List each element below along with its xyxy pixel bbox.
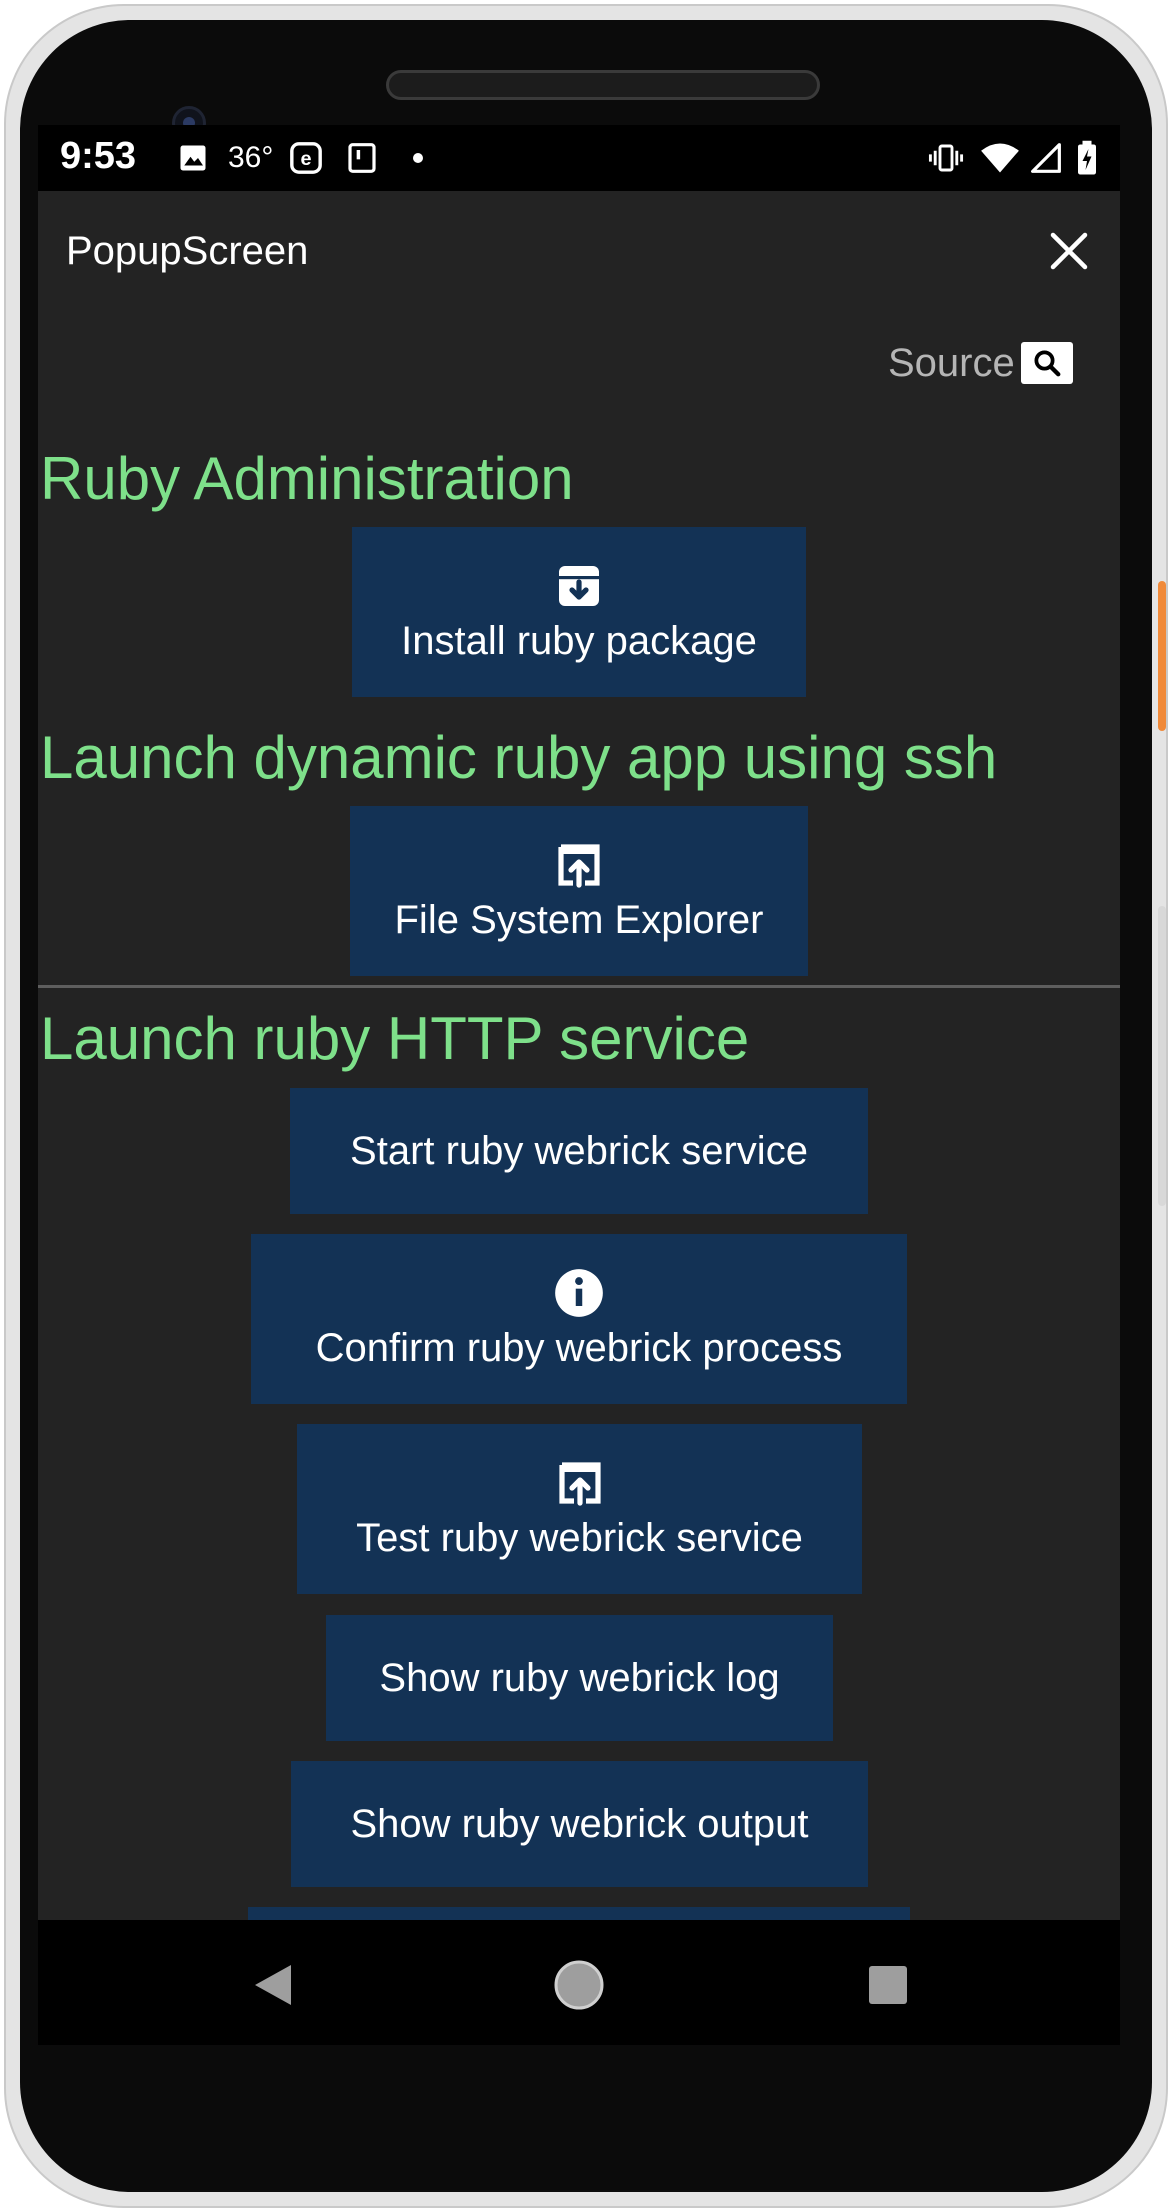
power-button [1158,581,1166,731]
recents-button[interactable] [853,1950,923,2020]
battery-charging-icon [1072,139,1102,177]
button-label: Show ruby webrick output [350,1801,809,1846]
open-in-new-icon [555,840,603,890]
home-button[interactable] [544,1950,614,2020]
vibrate-icon [926,139,966,177]
show-webrick-log-button[interactable]: Show ruby webrick log [326,1615,833,1741]
dot-icon [408,139,428,177]
install-ruby-package-button[interactable]: Install ruby package [352,527,806,697]
show-webrick-output-button[interactable]: Show ruby webrick output [291,1761,868,1887]
source-link[interactable]: Source [888,335,1073,391]
test-webrick-service-button[interactable]: Test ruby webrick service [297,1424,862,1594]
source-label: Source [888,340,1015,385]
page-title: PopupScreen [66,229,309,273]
section-heading-launch-ruby-http-service: Launch ruby HTTP service [40,1005,750,1072]
sim-card-icon [342,139,382,177]
button-label: Install ruby package [401,618,757,663]
button-label: Start ruby webrick service [350,1128,808,1173]
button-label: Confirm ruby webrick process [315,1325,843,1370]
file-system-explorer-button[interactable]: File System Explorer [350,806,808,976]
recents-square-icon [869,1966,907,2004]
section-heading-ruby-administration: Ruby Administration [40,445,574,512]
earpiece-speaker [386,70,820,100]
search-icon [1020,342,1073,384]
volume-button [1158,906,1166,1206]
back-triangle-icon [255,1965,291,2005]
start-webrick-service-button[interactable]: Start ruby webrick service [290,1088,868,1214]
archive-download-icon [555,561,603,611]
button-label: Test ruby webrick service [356,1515,803,1560]
status-time: 9:53 [60,135,137,177]
status-bar: 9:53 36° e [38,125,1120,191]
section-heading-launch-dynamic-ruby-app: Launch dynamic ruby app using ssh [40,724,998,791]
home-circle-icon [554,1960,604,2010]
close-icon [1050,232,1088,270]
button-label: Show ruby webrick log [379,1655,780,1700]
section-divider [38,985,1120,988]
confirm-webrick-process-button[interactable]: Confirm ruby webrick process [251,1234,907,1404]
open-in-new-icon [556,1458,604,1508]
info-icon [553,1268,605,1318]
close-button[interactable] [1043,225,1095,277]
button-label: File System Explorer [394,897,764,942]
screen: 9:53 36° e PopupScreen Source Ruby Admin… [38,125,1120,2045]
edge-browser-icon: e [286,139,326,177]
image-icon [173,139,213,177]
system-nav-bar [38,1920,1120,2045]
svg-text:e: e [300,148,311,170]
back-button[interactable] [238,1950,308,2020]
wifi-icon [978,139,1022,177]
temperature-text: 36° [228,141,274,174]
signal-icon [1028,139,1064,177]
app-bar: PopupScreen [38,191,1120,307]
